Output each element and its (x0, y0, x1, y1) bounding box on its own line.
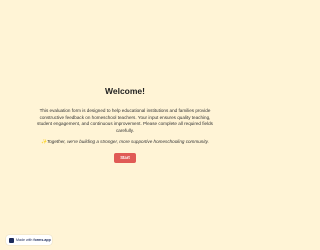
page-title: Welcome! (105, 86, 145, 96)
welcome-screen: Welcome! This evaluation form is designe… (0, 0, 250, 250)
page: Welcome! This evaluation form is designe… (0, 0, 250, 250)
made-with-brand: forms.app (33, 238, 51, 242)
start-button[interactable]: Start (114, 153, 136, 163)
made-with-prefix: Made with (16, 238, 33, 242)
intro-text: This evaluation form is designed to help… (37, 108, 213, 133)
tagline-text: ✨Together, we're building a stronger, mo… (41, 139, 209, 144)
made-with-label: Made with forms.app (16, 235, 51, 245)
made-with-badge[interactable]: Made with forms.app (6, 235, 52, 245)
forms-app-logo-icon (9, 237, 14, 243)
